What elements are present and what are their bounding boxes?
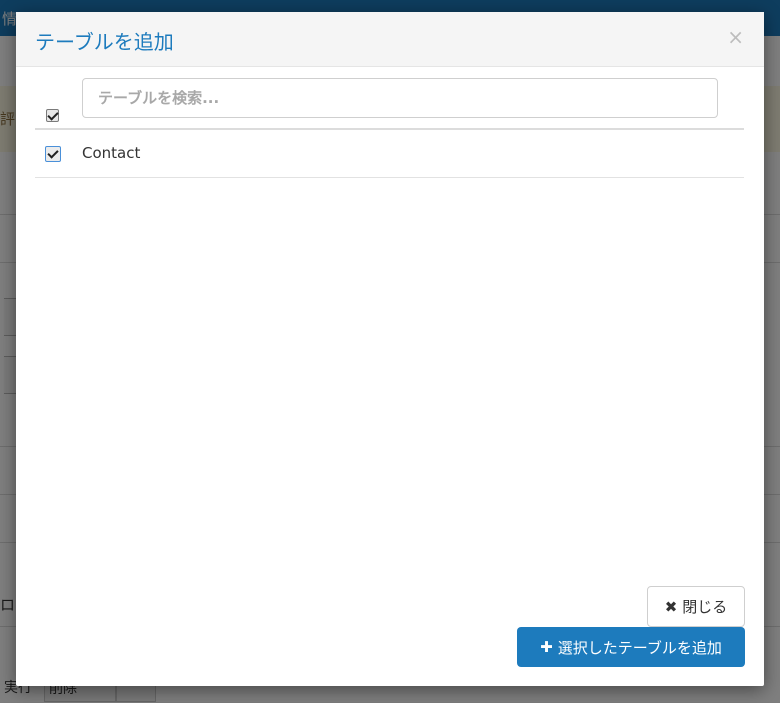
close-icon[interactable]: ×	[727, 24, 744, 50]
add-button-label: 選択したテーブルを追加	[557, 638, 722, 657]
add-selected-tables-button[interactable]: ✚ 選択したテーブルを追加	[517, 627, 745, 667]
select-all-checkbox[interactable]	[46, 109, 59, 122]
dialog-title: テーブルを追加	[35, 30, 174, 54]
search-row	[35, 78, 745, 128]
table-row[interactable]: Contact	[35, 130, 744, 178]
table-search-input[interactable]	[82, 78, 718, 118]
add-table-dialog: テーブルを追加 × Contact ✖ 閉じる ✚ 選択したテーブルを追加	[16, 12, 764, 686]
table-checkbox[interactable]	[45, 146, 61, 162]
close-button[interactable]: ✖ 閉じる	[647, 586, 745, 627]
table-name: Contact	[82, 144, 141, 162]
plus-icon: ✚	[540, 638, 553, 656]
dialog-header: テーブルを追加 ×	[16, 12, 764, 67]
times-icon: ✖	[664, 597, 678, 616]
close-button-label: 閉じる	[682, 598, 728, 616]
